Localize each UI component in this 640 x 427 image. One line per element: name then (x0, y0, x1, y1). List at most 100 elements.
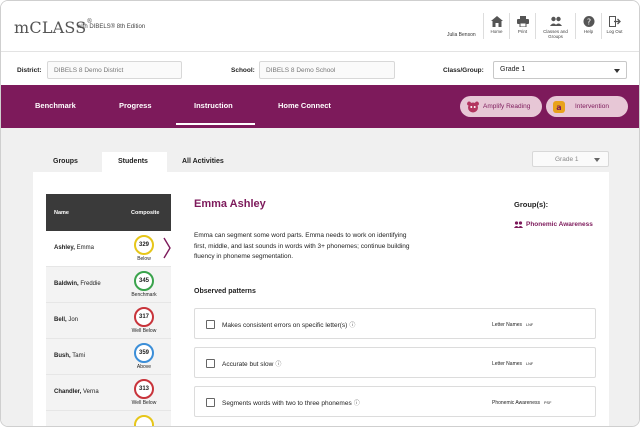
app-window: mCLASS® with DIBELS® 8th Edition Julia B… (0, 0, 640, 427)
sub-tabs: Groups Students All Activities (33, 152, 609, 172)
amplify-reading-label: Amplify Reading (483, 103, 531, 110)
composite-level-label: Benchmark (131, 292, 157, 298)
info-icon[interactable]: ⓘ (349, 323, 355, 329)
class-group-value: Grade 1 (500, 66, 526, 73)
tab-all-activities[interactable]: All Activities (182, 152, 252, 172)
composite-column-header[interactable]: Composite (131, 210, 159, 216)
classes-groups-label: Classes and Groups (543, 29, 568, 39)
school-label: School: (231, 67, 255, 74)
student-name: Ashley, Emma (54, 245, 94, 251)
groups-heading: Group(s): (514, 200, 549, 209)
pattern-text: Makes consistent errors on specific lett… (222, 322, 356, 329)
school-field[interactable]: DIBELS 8 Demo School (259, 61, 395, 79)
people-icon (549, 16, 562, 26)
student-row[interactable]: Bush, Tami 359 Above (46, 339, 171, 375)
pattern-measure: Letter Names LNF (492, 361, 534, 367)
pattern-text: Accurate but slow ⓘ (222, 361, 282, 368)
help-icon: ? (583, 16, 594, 27)
composite-score-badge: 329 (134, 235, 154, 255)
home-label: Home (490, 29, 503, 34)
student-list-header: Name Composite (46, 194, 171, 231)
composite-score-badge: 313 (134, 379, 154, 399)
logo-subtitle: with DIBELS® 8th Edition (77, 24, 146, 30)
pattern-checkbox[interactable] (206, 320, 215, 329)
tab-groups[interactable]: Groups (33, 152, 99, 172)
top-nav: Home Print Classes and Groups ? Help Log… (483, 13, 627, 39)
info-icon[interactable]: ⓘ (275, 362, 281, 368)
people-icon (514, 221, 523, 228)
student-row[interactable]: Chandler, Verna 313 Well Below (46, 375, 171, 411)
pattern-checkbox[interactable] (206, 398, 215, 407)
amplify-reading-button[interactable]: Amplify Reading (460, 96, 542, 117)
intervention-icon: a (553, 100, 565, 113)
chevron-down-icon (594, 158, 600, 162)
pattern-checkbox[interactable] (206, 359, 215, 368)
student-row[interactable] (46, 411, 171, 426)
composite-level-label: Above (136, 364, 152, 370)
user-name: Julia Benson (447, 32, 476, 38)
tab-progress[interactable]: Progress (119, 101, 152, 110)
pattern-measure: Phonemic Awareness PSF (492, 400, 552, 406)
student-detail-name: Emma Ashley (194, 198, 266, 210)
active-tab-indicator (176, 123, 255, 125)
grade-select-value: Grade 1 (555, 156, 579, 163)
student-row[interactable]: Baldwin, Freddie 345 Benchmark (46, 267, 171, 303)
svg-text:a: a (556, 103, 561, 112)
print-button[interactable]: Print (509, 13, 535, 39)
class-group-label: Class/Group: (443, 67, 484, 74)
district-field[interactable]: DIBELS 8 Demo District (47, 61, 182, 79)
composite-level-label: Well Below (131, 400, 157, 406)
composite-score-badge: 359 (134, 343, 154, 363)
pattern-row: Segments words with two to three phoneme… (194, 386, 596, 417)
student-name: Bell, Jon (54, 317, 79, 323)
student-description: Emma can segment some word parts. Emma n… (194, 232, 410, 260)
logout-label: Log Out (606, 29, 623, 34)
help-button[interactable]: ? Help (575, 13, 601, 39)
print-label: Print (517, 29, 528, 34)
pattern-measure: Letter Names LNF (492, 322, 534, 328)
composite-level-label: Well Below (131, 328, 157, 334)
info-icon[interactable]: ⓘ (354, 401, 360, 407)
chevron-down-icon (614, 69, 620, 73)
filter-bar: District: DIBELS 8 Demo District School:… (1, 51, 639, 85)
main-nav: Benchmark Progress Instruction Home Conn… (1, 85, 639, 128)
student-name: Baldwin, Freddie (54, 281, 101, 287)
intervention-label: Intervention (575, 103, 609, 110)
group-link-phonemic-awareness[interactable]: Phonemic Awareness (514, 221, 593, 228)
composite-score-badge (134, 415, 154, 426)
student-row[interactable]: Bell, Jon 317 Well Below (46, 303, 171, 339)
tab-home-connect[interactable]: Home Connect (278, 101, 331, 110)
print-icon (516, 16, 529, 27)
student-row[interactable]: Ashley, Emma 329 Below (46, 231, 171, 267)
observed-patterns-heading: Observed patterns (194, 288, 256, 295)
student-name: Chandler, Verna (54, 389, 99, 395)
logout-icon (608, 16, 621, 27)
tab-benchmark[interactable]: Benchmark (35, 101, 76, 110)
group-name: Phonemic Awareness (526, 221, 593, 228)
composite-score-badge: 317 (134, 307, 154, 327)
logout-button[interactable]: Log Out (601, 13, 627, 39)
student-list: Name Composite Ashley, Emma 329 Below Ba… (46, 194, 171, 426)
pattern-row: Accurate but slow ⓘ Letter Names LNF (194, 347, 596, 378)
home-button[interactable]: Home (483, 13, 509, 39)
district-label: District: (17, 67, 42, 74)
help-label: Help (583, 29, 594, 34)
chevron-right-icon (163, 237, 171, 259)
home-icon (490, 16, 503, 27)
student-name: Bush, Tami (54, 353, 85, 359)
class-group-select[interactable]: Grade 1 (493, 61, 627, 79)
composite-level-label: Below (137, 256, 151, 262)
content-area: Groups Students All Activities Grade 1 N… (1, 128, 639, 426)
classes-groups-button[interactable]: Classes and Groups (535, 13, 575, 39)
mascot-icon (467, 101, 479, 112)
name-column-header[interactable]: Name (54, 210, 69, 216)
tab-students[interactable]: Students (102, 152, 167, 172)
intervention-button[interactable]: a Intervention (546, 96, 628, 117)
pattern-row: Makes consistent errors on specific lett… (194, 308, 596, 339)
composite-score-badge: 345 (134, 271, 154, 291)
pattern-text: Segments words with two to three phoneme… (222, 400, 360, 407)
svg-text:?: ? (586, 18, 590, 27)
student-panel: Name Composite Ashley, Emma 329 Below Ba… (33, 172, 609, 426)
tab-instruction[interactable]: Instruction (194, 101, 233, 110)
grade-select[interactable]: Grade 1 (532, 151, 609, 167)
